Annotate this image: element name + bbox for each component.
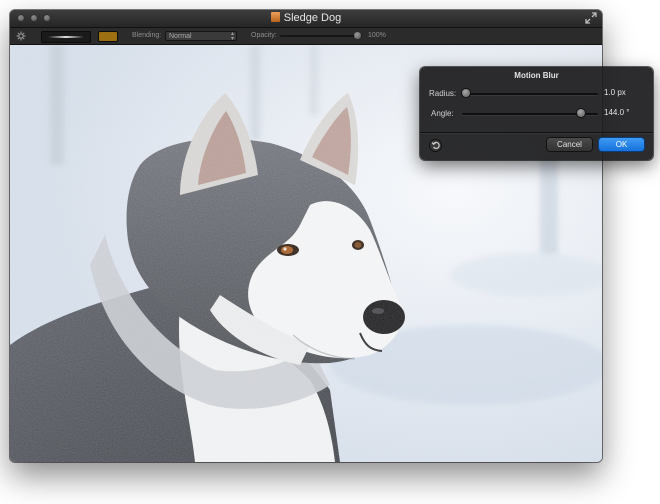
panel-title: Motion Blur — [514, 71, 559, 80]
gear-icon[interactable] — [16, 31, 26, 41]
stepper-arrows-icon: ▴ ▾ — [230, 31, 234, 42]
opacity-value: 100% — [368, 32, 386, 39]
title-bar: Sledge Dog — [10, 10, 602, 28]
blending-select[interactable]: Normal ▴ ▾ — [165, 31, 237, 42]
window-title-area: Sledge Dog — [10, 11, 602, 26]
blending-label: Blending: — [132, 32, 162, 39]
brush-stroke-preview — [48, 36, 84, 38]
ok-button[interactable]: OK — [599, 138, 644, 151]
color-swatch[interactable] — [98, 31, 118, 42]
angle-value-field[interactable]: 144.0 ° — [602, 107, 646, 118]
radius-slider-thumb[interactable] — [462, 89, 470, 97]
angle-label: Angle: — [431, 109, 454, 118]
angle-slider-thumb[interactable] — [577, 109, 586, 117]
panel-divider — [420, 132, 653, 133]
tool-options-bar: Blending: Normal ▴ ▾ Opacity: 100% — [10, 28, 602, 45]
document-icon — [270, 12, 280, 22]
opacity-label: Opacity: — [251, 32, 277, 39]
motion-blur-panel: Motion Blur Radius: 1.0 px Angle: 144.0 … — [420, 67, 653, 160]
fullscreen-icon[interactable] — [585, 12, 597, 24]
brush-preview[interactable] — [41, 31, 91, 43]
undo-arrow-icon[interactable] — [430, 140, 441, 151]
opacity-slider-thumb[interactable] — [354, 32, 361, 39]
radius-value-field[interactable]: 1.0 px — [602, 87, 646, 98]
blending-value: Normal — [169, 33, 192, 40]
radius-slider-track[interactable] — [462, 93, 598, 95]
opacity-slider-track[interactable] — [280, 35, 362, 37]
cancel-button[interactable]: Cancel — [547, 138, 592, 151]
radius-label: Radius: — [429, 89, 457, 98]
window-title: Sledge Dog — [283, 12, 342, 24]
